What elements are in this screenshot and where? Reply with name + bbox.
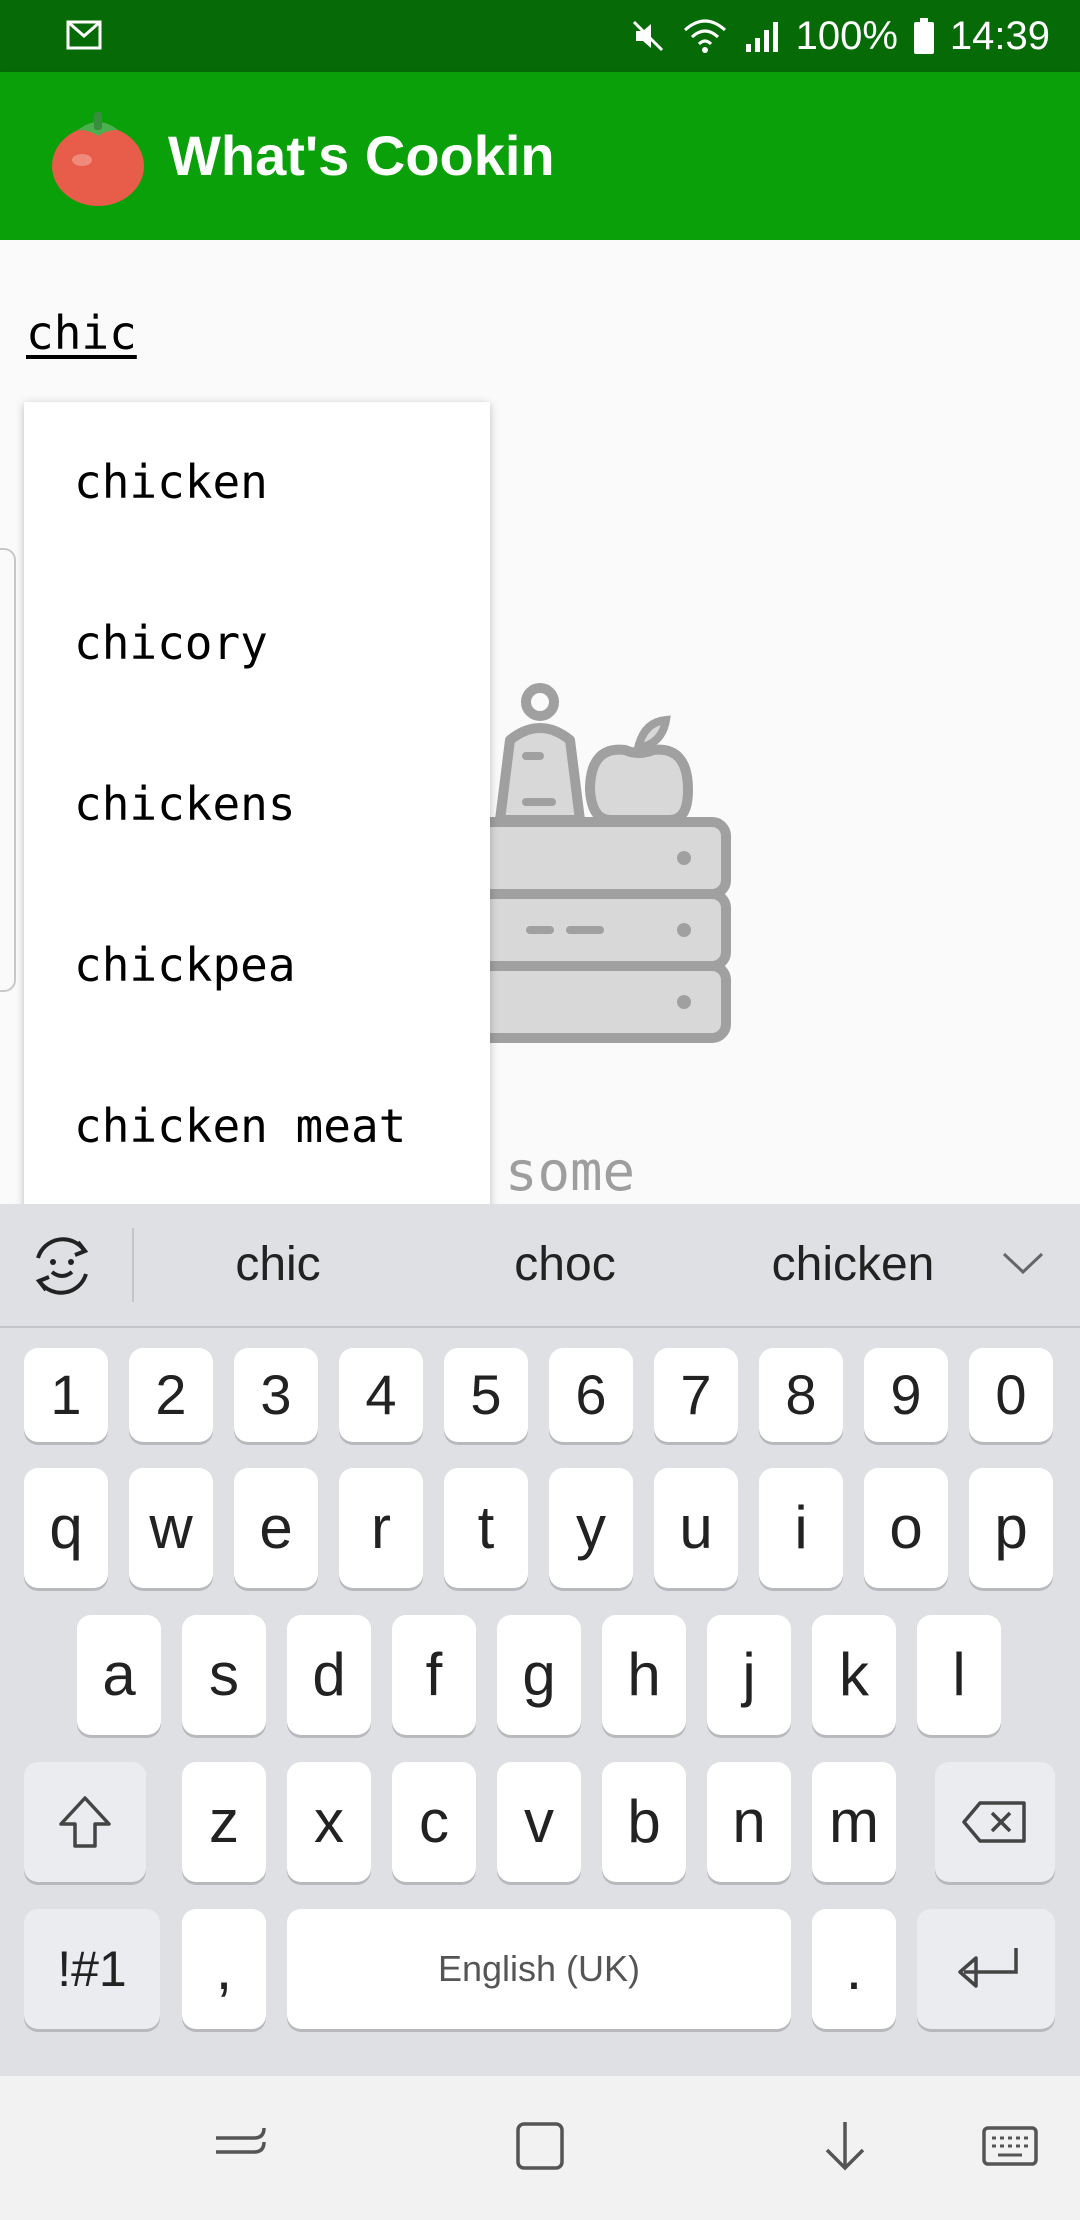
period-key[interactable]: . [812, 1909, 896, 2029]
status-icons: 100% 14:39 [628, 0, 1050, 72]
key-v[interactable]: v [497, 1762, 581, 1882]
navigation-bar [0, 2076, 1080, 2220]
key-z[interactable]: z [182, 1762, 266, 1882]
key-o[interactable]: o [864, 1468, 948, 1588]
keyboard: chic choc chicken 1 2 3 4 5 6 7 8 9 0 q … [0, 1204, 1080, 2076]
key-l[interactable]: l [917, 1615, 1001, 1735]
space-key[interactable]: English (UK) [287, 1909, 791, 2029]
gmail-notification-icon [66, 20, 102, 50]
vegetable-crate-icon [470, 683, 731, 1043]
autocomplete-dropdown: chicken chicory chickens chickpea chicke… [24, 402, 490, 1204]
suggestion-bar: chic choc chicken [0, 1204, 1080, 1328]
autocomplete-item[interactable]: chicken meat [24, 1046, 490, 1204]
key-7[interactable]: 7 [654, 1348, 738, 1442]
key-5[interactable]: 5 [444, 1348, 528, 1442]
key-f[interactable]: f [392, 1615, 476, 1735]
hide-keyboard-icon[interactable] [815, 2116, 875, 2176]
wifi-icon [683, 19, 726, 53]
key-9[interactable]: 9 [864, 1348, 948, 1442]
symbols-key[interactable]: !#1 [24, 1909, 160, 2029]
shift-key[interactable] [24, 1762, 146, 1882]
key-r[interactable]: r [339, 1468, 423, 1588]
battery-icon [913, 18, 934, 54]
key-w[interactable]: w [129, 1468, 213, 1588]
smiley-refresh-icon[interactable] [28, 1232, 96, 1300]
suggestion-divider [132, 1228, 134, 1302]
key-e[interactable]: e [234, 1468, 318, 1588]
key-s[interactable]: s [182, 1615, 266, 1735]
home-icon[interactable] [510, 2116, 570, 2176]
keyboard-switch-icon[interactable] [980, 2116, 1040, 2176]
enter-key[interactable] [917, 1909, 1055, 2029]
comma-key[interactable]: , [182, 1909, 266, 2029]
backspace-key[interactable] [935, 1762, 1055, 1882]
suggestion-word[interactable]: choc [440, 1204, 690, 1326]
key-0[interactable]: 0 [969, 1348, 1053, 1442]
battery-percent: 100% [795, 13, 898, 58]
key-b[interactable]: b [602, 1762, 686, 1882]
key-p[interactable]: p [969, 1468, 1053, 1588]
search-input[interactable]: chic [26, 306, 137, 360]
main-content: chic d some chicken chicory chickens chi… [0, 240, 1080, 1204]
key-y[interactable]: y [549, 1468, 633, 1588]
key-1[interactable]: 1 [24, 1348, 108, 1442]
key-k[interactable]: k [812, 1615, 896, 1735]
key-6[interactable]: 6 [549, 1348, 633, 1442]
key-j[interactable]: j [707, 1615, 791, 1735]
status-bar: 100% 14:39 [0, 0, 1080, 72]
key-8[interactable]: 8 [759, 1348, 843, 1442]
key-4[interactable]: 4 [339, 1348, 423, 1442]
chevron-down-icon[interactable] [1000, 1248, 1046, 1278]
key-u[interactable]: u [654, 1468, 738, 1588]
key-a[interactable]: a [77, 1615, 161, 1735]
app-title: What's Cookin [168, 124, 555, 187]
key-2[interactable]: 2 [129, 1348, 213, 1442]
key-h[interactable]: h [602, 1615, 686, 1735]
signal-icon [745, 22, 778, 52]
suggestion-word[interactable]: chicken [728, 1204, 978, 1326]
backspace-icon [962, 1801, 1026, 1843]
autocomplete-item[interactable]: chicken [24, 402, 490, 563]
back-icon[interactable] [210, 2116, 270, 2176]
mute-icon [632, 20, 663, 52]
side-panel-edge [0, 548, 16, 992]
suggestion-word[interactable]: chic [153, 1204, 403, 1326]
app-bar: What's Cookin [0, 72, 1080, 240]
key-3[interactable]: 3 [234, 1348, 318, 1442]
clock: 14:39 [949, 13, 1050, 58]
autocomplete-item[interactable]: chickpea [24, 885, 490, 1046]
key-i[interactable]: i [759, 1468, 843, 1588]
key-q[interactable]: q [24, 1468, 108, 1588]
key-g[interactable]: g [497, 1615, 581, 1735]
key-m[interactable]: m [812, 1762, 896, 1882]
key-d[interactable]: d [287, 1615, 371, 1735]
autocomplete-item[interactable]: chickens [24, 724, 490, 885]
key-n[interactable]: n [707, 1762, 791, 1882]
shift-icon [59, 1796, 111, 1848]
key-x[interactable]: x [287, 1762, 371, 1882]
enter-icon [958, 1948, 1018, 1988]
key-c[interactable]: c [392, 1762, 476, 1882]
autocomplete-item[interactable]: chicory [24, 563, 490, 724]
key-t[interactable]: t [444, 1468, 528, 1588]
tomato-icon [52, 112, 144, 206]
